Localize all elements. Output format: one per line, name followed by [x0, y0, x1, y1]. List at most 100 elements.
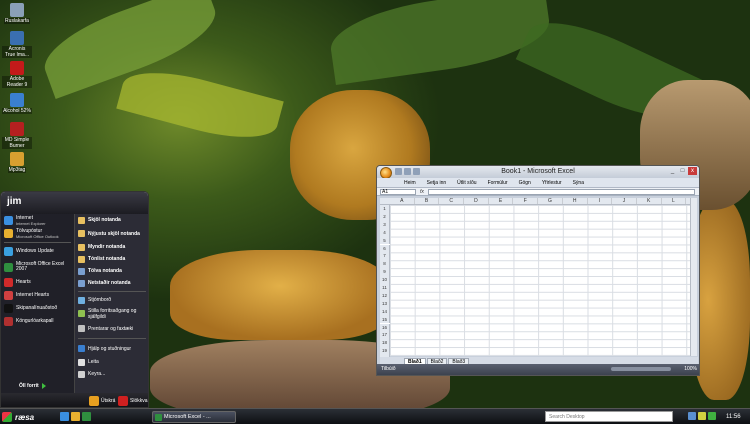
ribbon-tab[interactable]: Setja inn	[427, 178, 446, 187]
ribbon-tab[interactable]: Heim	[404, 178, 416, 187]
desktop-icon[interactable]: Ruslakarfa	[2, 3, 32, 24]
row-header[interactable]: 19	[380, 347, 390, 356]
shutdown-label: Slökkva	[130, 398, 148, 404]
desktop-icon[interactable]: MD Simple Burner	[2, 122, 32, 149]
row-header[interactable]: 12	[380, 291, 390, 300]
desktop-search-input[interactable]: Search Desktop	[545, 411, 673, 422]
row-header[interactable]: 3	[380, 220, 390, 229]
program-sublabel: Internet Explorer	[16, 220, 46, 226]
start-menu-place[interactable]: Nýjustu skjöl notanda	[75, 226, 148, 241]
security-icon[interactable]	[708, 412, 716, 420]
start-menu-place[interactable]: Leita	[75, 356, 148, 368]
place-label: Nýjustu skjöl notanda	[88, 230, 140, 237]
vertical-scrollbar[interactable]	[690, 198, 697, 356]
start-menu-program[interactable]: Internet Internet Explorer	[1, 214, 74, 227]
start-menu-place[interactable]: Myndir notanda	[75, 241, 148, 253]
row-header[interactable]: 11	[380, 284, 390, 292]
desktop-icon[interactable]: Alcohol 52%	[2, 93, 32, 114]
column-header[interactable]: E	[489, 198, 514, 204]
media-icon[interactable]	[82, 412, 91, 421]
start-menu-place[interactable]: Prentarar og faxtæki	[75, 321, 148, 336]
command-prompt-icon	[4, 304, 13, 313]
save-icon[interactable]	[395, 168, 402, 175]
network-icon[interactable]	[688, 412, 696, 420]
column-header[interactable]: J	[612, 198, 637, 204]
column-header[interactable]: I	[588, 198, 613, 204]
row-header[interactable]: 6	[380, 244, 390, 253]
excel-title-bar[interactable]: Book1 - Microsoft Excel _ □ x	[377, 166, 699, 179]
start-menu-place[interactable]: Tölva notanda	[75, 265, 148, 277]
start-menu-program[interactable]: Tölvupóstur Microsoft Office Outlook	[1, 227, 74, 240]
minimize-icon[interactable]: _	[668, 167, 677, 175]
row-header[interactable]: 7	[380, 252, 390, 261]
redo-icon[interactable]	[413, 168, 420, 175]
start-menu-place[interactable]: Netstaðir notanda	[75, 277, 148, 289]
column-header[interactable]: G	[538, 198, 563, 204]
volume-icon[interactable]	[698, 412, 706, 420]
all-programs-button[interactable]: Öll forrit	[19, 383, 46, 389]
start-menu-program[interactable]: Köngurlóarkapall	[1, 315, 74, 328]
desktop-icon-label: Ruslakarfa	[4, 18, 30, 24]
maximize-icon[interactable]: □	[678, 167, 687, 175]
start-menu-place[interactable]: Keyra...	[75, 368, 148, 380]
place-label: Skjöl notanda	[88, 217, 121, 223]
start-button[interactable]: ræsa	[2, 410, 34, 424]
formula-input[interactable]	[427, 188, 695, 195]
logoff-button[interactable]: Útskrá	[89, 396, 115, 406]
start-menu-place[interactable]: Tónlist notanda	[75, 253, 148, 265]
row-header[interactable]: 16	[380, 323, 390, 332]
undo-icon[interactable]	[404, 168, 411, 175]
start-menu-program[interactable]: Hearts	[1, 276, 74, 289]
column-header[interactable]: K	[637, 198, 662, 204]
ribbon-tab[interactable]: Formúlur	[488, 178, 508, 187]
column-header[interactable]: A	[390, 198, 415, 204]
outlook-icon[interactable]	[71, 412, 80, 421]
column-header[interactable]: L	[662, 198, 687, 204]
clock[interactable]: 11:56	[726, 409, 741, 424]
column-header[interactable]: D	[464, 198, 489, 204]
start-menu-program[interactable]: Internet Hearts	[1, 289, 74, 302]
cell-area[interactable]	[390, 205, 691, 356]
start-menu-program[interactable]: Windows Update	[1, 245, 74, 258]
divider	[4, 242, 71, 243]
desktop-icon[interactable]: Mp3tag	[2, 152, 32, 173]
fx-icon[interactable]: fx	[420, 189, 424, 195]
start-menu-program[interactable]: Skipanalínuaðstoð	[1, 302, 74, 315]
row-header[interactable]: 14	[380, 307, 390, 316]
desktop-icon[interactable]: Adobe Reader 9	[2, 61, 32, 88]
row-header[interactable]: 2	[380, 212, 390, 221]
start-menu-place[interactable]: Skjöl notanda	[75, 214, 148, 226]
row-header[interactable]: 15	[380, 315, 390, 324]
row-header[interactable]: 4	[380, 228, 390, 237]
column-header[interactable]: C	[439, 198, 465, 204]
start-menu-place[interactable]: Hjálp og stuðningur	[75, 341, 148, 356]
ribbon-tab[interactable]: Gögn	[519, 178, 531, 187]
row-header[interactable]: 1	[380, 205, 390, 213]
zoom-slider[interactable]	[611, 367, 671, 371]
worksheet-grid[interactable]: ABCDEFGHIJKL 1 2 3 4 5 6 7 8 9 10 11 12 13 14 15 16 17 18…	[380, 198, 691, 363]
start-menu-place[interactable]: Stilla forritsaðgang og sjálfgildi	[75, 306, 148, 321]
row-header[interactable]: 5	[380, 236, 390, 245]
name-box[interactable]: A1	[380, 188, 416, 195]
row-header[interactable]: 13	[380, 299, 390, 308]
ribbon-tab[interactable]: Yfirlestur	[542, 178, 562, 187]
ribbon-tab[interactable]: Útlit síðu	[457, 178, 476, 187]
desktop-icon[interactable]: Acronis True Ima...	[2, 31, 32, 58]
ie-icon[interactable]	[60, 412, 69, 421]
start-menu-program[interactable]: Microsoft Office Excel 2007	[1, 258, 74, 276]
column-header[interactable]: F	[513, 198, 539, 204]
close-icon[interactable]: x	[688, 167, 697, 175]
recycle-bin-icon	[10, 3, 24, 17]
start-menu-place[interactable]: Stjórnborð	[75, 294, 148, 306]
row-header[interactable]: 10	[380, 276, 390, 284]
column-header[interactable]: B	[415, 198, 440, 204]
row-header[interactable]: 9	[380, 268, 390, 277]
row-header[interactable]: 17	[380, 331, 390, 340]
wallpaper-leaf	[116, 60, 284, 150]
row-header[interactable]: 18	[380, 339, 390, 348]
row-header[interactable]: 8	[380, 260, 390, 269]
ribbon-tab[interactable]: Sýna	[573, 178, 584, 187]
taskbar-item-excel[interactable]: Microsoft Excel - ...	[152, 411, 236, 423]
column-header[interactable]: H	[563, 198, 588, 204]
shutdown-button[interactable]: Slökkva	[118, 396, 148, 406]
